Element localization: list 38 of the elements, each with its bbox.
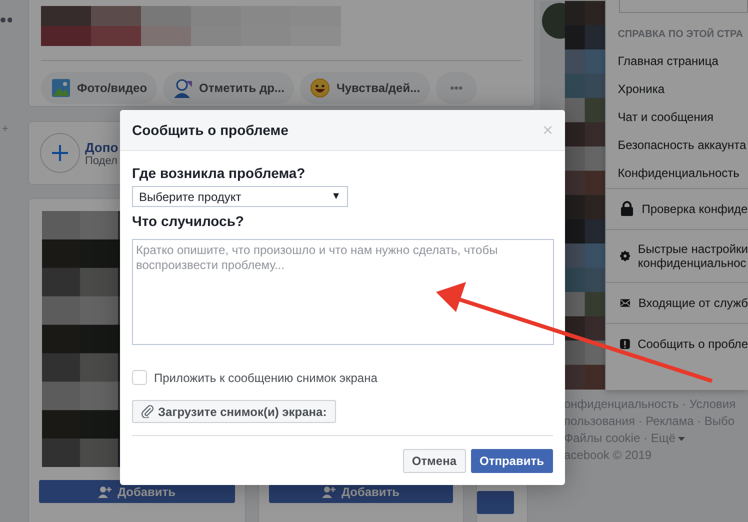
count-label: +: [2, 123, 8, 135]
menu-heading: СПРАВКА ПО ЭТОЙ СТРА: [618, 29, 744, 40]
field-label: Что случилось?: [132, 213, 244, 229]
add-icon[interactable]: [40, 133, 80, 173]
add-friend-button[interactable]: [477, 491, 514, 514]
menu-item[interactable]: Конфиденциальность: [606, 160, 748, 188]
composer-action[interactable]: Чувства/дей...: [300, 72, 430, 104]
send-button[interactable]: Отправить: [470, 449, 553, 473]
menu-item[interactable]: Быстрые настройки конфиденциальнос: [606, 229, 748, 282]
menu-item[interactable]: Безопасность аккаунта: [606, 132, 748, 160]
more-icon: [0, 17, 12, 23]
checkbox[interactable]: [132, 370, 147, 385]
composer-action[interactable]: Фото/видео: [41, 72, 158, 104]
paperclip-icon: [141, 405, 154, 418]
smiley-icon: [310, 78, 330, 98]
upload-button[interactable]: Загрузите снимок(и) экрана:: [132, 400, 336, 423]
lock-icon: [620, 201, 634, 217]
menu-item[interactable]: Входящие от служб: [606, 282, 748, 323]
composer-action[interactable]: Отметить др...: [163, 72, 294, 104]
person-icon: [173, 78, 194, 98]
field-label: Где возникла проблема?: [132, 165, 306, 181]
product-dropdown[interactable]: Выберите продукт ▼: [132, 186, 348, 207]
menu-item[interactable]: Чат и сообщения: [606, 104, 748, 132]
menu-item[interactable]: Главная страница: [606, 48, 748, 76]
alert-icon: [620, 336, 630, 352]
story-subtitle: Подел: [85, 154, 118, 166]
dialog-title: Сообщить о проблеме: [132, 122, 288, 138]
cancel-button[interactable]: Отмена: [402, 449, 466, 473]
add-person-icon: [98, 486, 112, 498]
story-title[interactable]: Допо: [85, 140, 118, 154]
checkbox-label: Приложить к сообщению снимок экрана: [154, 370, 378, 384]
menu-item[interactable]: Проверка конфиде: [606, 188, 748, 229]
menu-item[interactable]: Хроника: [606, 76, 748, 104]
photo-icon: [51, 78, 71, 98]
gear-icon: [620, 248, 630, 264]
description-field[interactable]: Кратко опишите, что произошло и что нам нужно сделать, чтобы воспроизвести проблему...: [132, 239, 554, 345]
search-field[interactable]: [618, 0, 748, 13]
menu-item[interactable]: Сообщить о пробле: [606, 323, 748, 364]
